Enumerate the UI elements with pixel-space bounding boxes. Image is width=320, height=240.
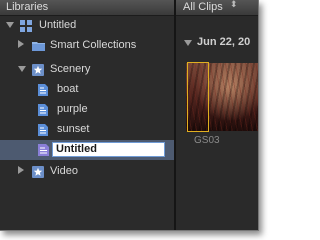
clip-filter-popup[interactable]: All Clips	[183, 1, 223, 13]
browser-pane: All Clips ⬍ Jun 22, 20 GS03	[176, 0, 258, 230]
disclosure-open-icon[interactable]	[18, 66, 26, 72]
clip-selection-range[interactable]	[187, 62, 209, 132]
libraries-pane: Libraries Untitled Smart Collections Sce…	[0, 0, 174, 230]
library-untitled[interactable]: Untitled	[0, 16, 174, 36]
collection-label: sunset	[57, 123, 90, 135]
keyword-collection-sunset[interactable]: sunset	[0, 120, 174, 140]
keyword-collection-icon	[38, 84, 50, 96]
keyword-collection-icon	[38, 104, 50, 116]
disclosure-open-icon[interactable]	[184, 40, 192, 46]
browser-header: All Clips ⬍	[176, 0, 258, 16]
keyword-collection-boat[interactable]: boat	[0, 80, 174, 100]
libraries-header: Libraries	[0, 0, 174, 16]
event-star-icon	[32, 166, 44, 178]
clip-name: GS03	[194, 135, 220, 146]
libraries-title: Libraries	[6, 1, 49, 13]
rename-field-text: Untitled	[56, 143, 97, 155]
folder-label: Smart Collections	[50, 39, 137, 51]
smart-collection-icon	[38, 144, 50, 156]
smart-collections-folder[interactable]: Smart Collections	[0, 36, 174, 56]
final-cut-window: Libraries Untitled Smart Collections Sce…	[0, 0, 259, 231]
library-label: Untitled	[39, 19, 77, 31]
event-star-icon	[32, 64, 44, 76]
popup-arrows-icon[interactable]: ⬍	[230, 0, 238, 9]
keyword-collection-icon	[38, 124, 50, 136]
event-video[interactable]: Video	[0, 162, 174, 182]
library-grid-icon	[20, 20, 32, 32]
folder-icon	[32, 40, 45, 52]
disclosure-closed-icon[interactable]	[18, 166, 24, 174]
date-group-label: Jun 22, 20	[197, 36, 251, 48]
disclosure-open-icon[interactable]	[6, 22, 14, 28]
rename-field[interactable]: Untitled	[52, 142, 165, 157]
event-scenery[interactable]: Scenery	[0, 60, 174, 80]
collection-label: boat	[57, 83, 79, 95]
event-label: Video	[50, 165, 78, 177]
collection-label: purple	[57, 103, 88, 115]
event-label: Scenery	[50, 63, 91, 75]
disclosure-closed-icon[interactable]	[18, 40, 24, 48]
keyword-collection-purple[interactable]: purple	[0, 100, 174, 120]
